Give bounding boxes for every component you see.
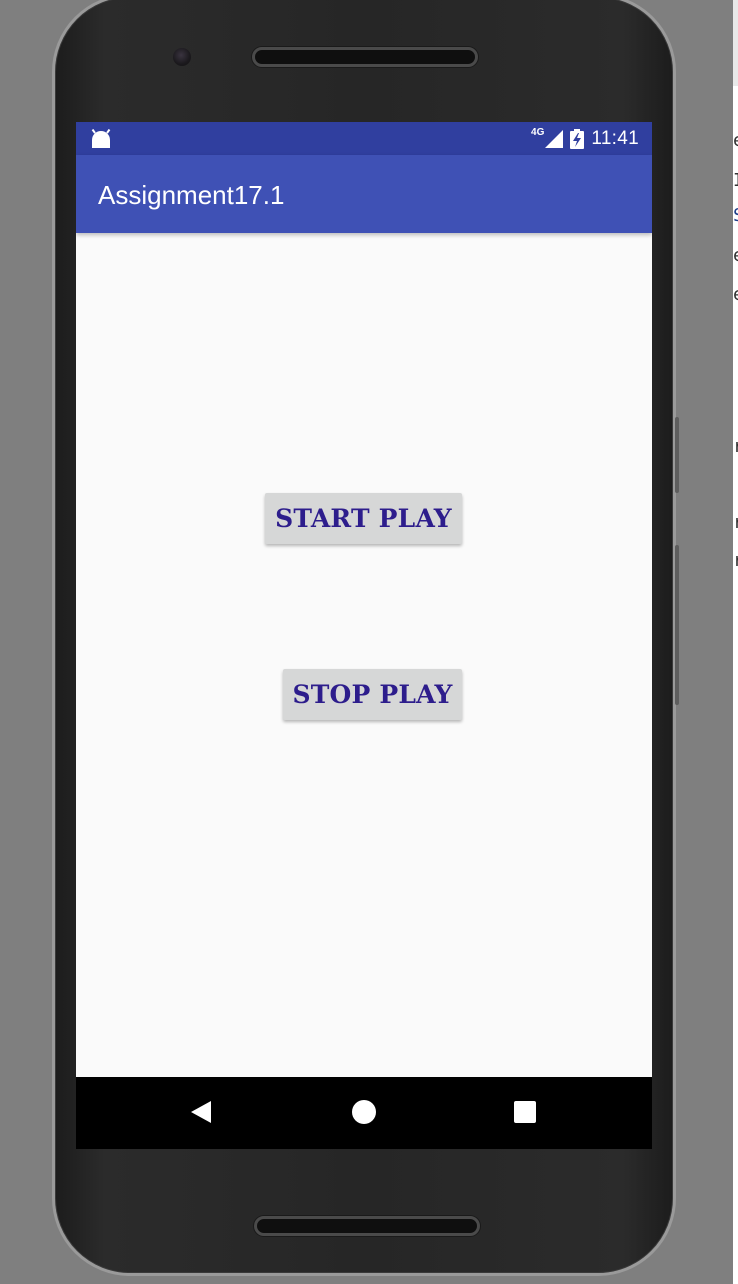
back-icon[interactable]: [191, 1101, 211, 1123]
volume-button[interactable]: [675, 545, 679, 705]
app-bar: Assignment17.1: [76, 155, 652, 233]
stop-play-button[interactable]: STOP PLAY: [283, 669, 462, 720]
status-indicators: 4G 11:41: [531, 122, 639, 155]
background-doc-text: r: [733, 550, 738, 571]
bottom-speaker: [254, 1216, 480, 1236]
start-play-button[interactable]: START PLAY: [265, 493, 462, 544]
battery-charging-icon: [570, 128, 585, 149]
background-doc-text: r: [733, 436, 738, 457]
network-type: 4G: [531, 127, 545, 138]
power-button[interactable]: [675, 417, 679, 493]
background-doc-text: r: [733, 512, 738, 533]
front-camera: [173, 48, 191, 66]
android-notification-icon: [91, 129, 111, 148]
background-doc-text: e: [733, 245, 738, 266]
background-doc-text: S: [733, 205, 738, 226]
home-icon[interactable]: [352, 1100, 376, 1124]
background-doc-text: e: [733, 284, 738, 305]
recents-icon[interactable]: [514, 1101, 536, 1123]
background-document: e I S e e r r r: [733, 0, 738, 1284]
status-bar: 4G 11:41: [76, 122, 652, 155]
top-speaker: [252, 47, 478, 67]
navigation-bar: [76, 1077, 652, 1149]
app-title: Assignment17.1: [98, 180, 285, 210]
device-screen: 4G 11:41 Assignment17.1 START PLAY STOP …: [76, 122, 652, 1149]
background-doc-text: I: [733, 170, 738, 191]
background-doc-text: e: [733, 130, 738, 151]
status-time: 11:41: [591, 127, 639, 149]
background-doc-toolbar: [733, 0, 738, 86]
signal-icon: [545, 129, 564, 148]
